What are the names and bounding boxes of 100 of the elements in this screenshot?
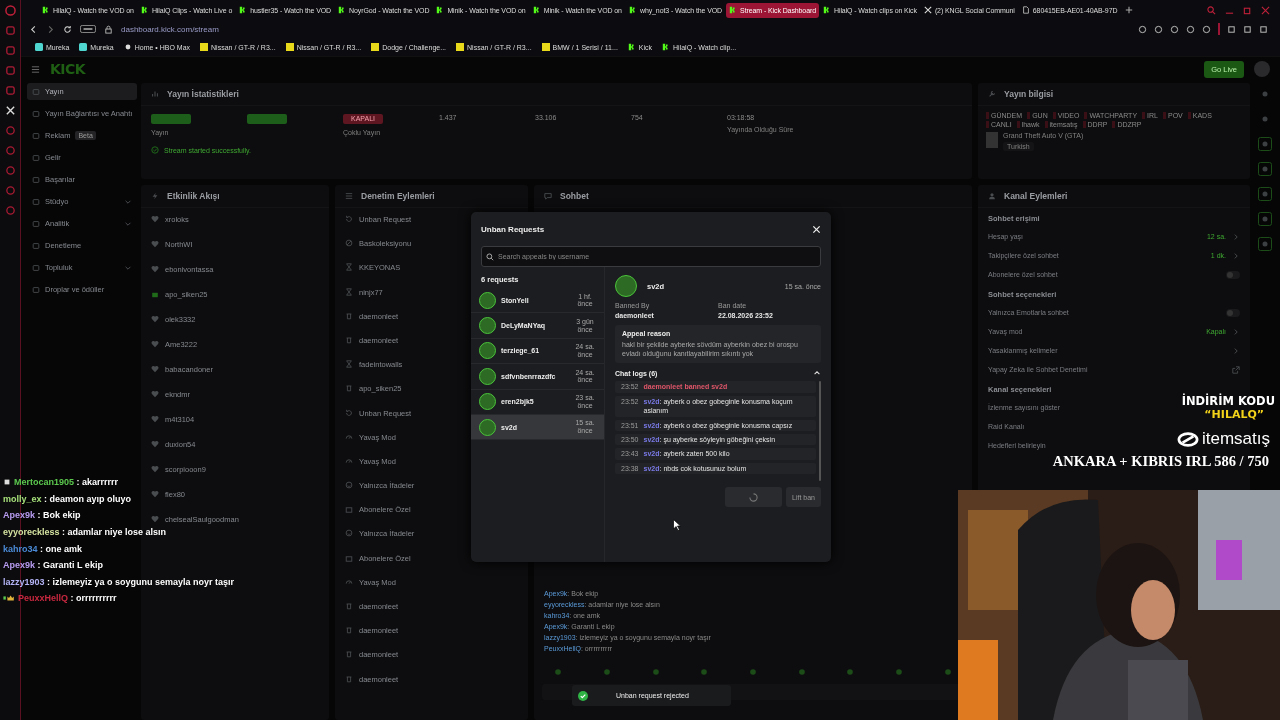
- tool-icon[interactable]: [1258, 187, 1272, 201]
- user-avatar: [479, 291, 496, 309]
- dialog-title: Unban Requests: [481, 224, 545, 234]
- vpn-icon[interactable]: [80, 25, 96, 33]
- kick-logo-icon: [662, 43, 671, 51]
- kick-logo-icon: [823, 6, 831, 14]
- sidebar-app-icon[interactable]: [4, 145, 16, 156]
- trash-icon: [345, 650, 353, 659]
- browser-logo-icon[interactable]: [4, 5, 16, 16]
- sidebar-app-icon[interactable]: [4, 205, 16, 216]
- nav-icon: [32, 131, 40, 140]
- heart-icon: [151, 240, 159, 248]
- check-icon: [151, 146, 159, 154]
- heart-icon: [151, 465, 159, 473]
- chevron-right-icon[interactable]: [1232, 251, 1240, 260]
- bookmark-favicon-icon: [371, 43, 380, 51]
- tool-icon[interactable]: [1258, 212, 1272, 226]
- bolt-icon: [151, 192, 159, 200]
- address-field[interactable]: dashboard.kick.com/stream: [121, 24, 219, 34]
- users-icon: [988, 192, 996, 200]
- heart-icon: [151, 365, 159, 373]
- chat-icon: [544, 192, 552, 200]
- stats-icon: [151, 90, 159, 98]
- emote-icon[interactable]: [846, 668, 855, 676]
- emote-icon[interactable]: [554, 668, 563, 676]
- panel-title: Yayın bilgisi: [1004, 89, 1054, 99]
- bookmark-favicon-icon: [79, 43, 88, 51]
- kick-logo-icon: [532, 6, 541, 14]
- sidebar-app-icon[interactable]: [4, 45, 16, 56]
- x-logo-icon[interactable]: [4, 105, 16, 116]
- chat-message: lazzy1903 : izlemeyiz ya o soygunu semayla noyr taşır: [3, 576, 235, 587]
- trash-icon: [345, 311, 353, 320]
- emote-icon[interactable]: [943, 668, 952, 676]
- emote-icon[interactable]: [894, 668, 903, 676]
- trash-icon: [345, 674, 353, 683]
- search-icon[interactable]: [1207, 5, 1216, 15]
- brand-logo-icon: [1176, 431, 1199, 447]
- emote-icon[interactable]: [651, 668, 660, 676]
- nav-icon: [32, 197, 40, 206]
- sidebar-app-icon[interactable]: [4, 165, 16, 176]
- emote-icon[interactable]: [603, 668, 611, 676]
- nav-icon: [32, 109, 40, 118]
- tool-icon[interactable]: [1258, 137, 1272, 151]
- sidebar-app-icon[interactable]: [4, 185, 16, 196]
- nav-icon: [32, 153, 40, 162]
- bookmark-favicon-icon: [456, 43, 465, 51]
- user-avatar: [479, 317, 496, 335]
- bookmark-favicon-icon: [123, 43, 132, 51]
- chat-message: Apex9k : Garanti L ekip: [3, 560, 103, 571]
- external-link-icon[interactable]: [1232, 365, 1240, 374]
- sidebar-app-icon[interactable]: [4, 25, 16, 36]
- sidebar-app-icon[interactable]: [4, 85, 16, 96]
- emote-icon[interactable]: [748, 668, 757, 676]
- kick-logo-icon: [627, 43, 636, 51]
- chevron-right-icon[interactable]: [1232, 346, 1240, 355]
- brand-name: itemsatış: [1201, 429, 1270, 449]
- toggle-switch[interactable]: [1226, 308, 1240, 317]
- chat-message: Apex9k : Bok ekip: [3, 510, 81, 521]
- forward-icon[interactable]: [46, 24, 55, 34]
- user-avatar[interactable]: [1254, 61, 1270, 77]
- gift-icon: [345, 553, 353, 562]
- maximize-icon[interactable]: [1243, 5, 1252, 15]
- gift-icon: [345, 505, 353, 514]
- panel-title: Etkinlik Akışı: [167, 191, 220, 201]
- reload-icon[interactable]: [63, 24, 72, 34]
- chevron-right-icon[interactable]: [1232, 327, 1240, 336]
- history-icon: [345, 408, 353, 417]
- emote-icon[interactable]: [797, 668, 806, 676]
- kick-logo-icon: [239, 6, 248, 14]
- kick-logo-icon: [436, 6, 445, 14]
- sidebar-app-icon[interactable]: [4, 125, 16, 136]
- chevron-right-icon[interactable]: [1232, 232, 1240, 241]
- heart-icon: [151, 215, 159, 223]
- tool-icon[interactable]: [1258, 237, 1272, 251]
- heart-icon: [151, 490, 159, 498]
- game-thumbnail: [986, 132, 998, 148]
- panel-title: Yayın İstatistikleri: [167, 89, 239, 99]
- chat-message: molly_ex : deamon ayıp oluyo: [3, 493, 132, 504]
- heart-icon: [151, 515, 159, 523]
- chat-message: eyyoreckless : adamlar niye lose alsın: [3, 527, 167, 538]
- user-avatar: [479, 367, 496, 385]
- sidebar-app-icon[interactable]: [4, 65, 16, 76]
- chat-message: Mertocan1905 : akarrrrrr: [14, 477, 119, 488]
- chat-message: PeuxxHellQ : orrrrrrrrrr: [18, 593, 117, 604]
- tool-icon[interactable]: [1258, 162, 1272, 176]
- nav-icon: [32, 285, 40, 294]
- kick-logo-icon: [628, 6, 637, 14]
- heart-icon: [151, 315, 159, 323]
- goal-text: ANKARA + KIBRIS IRL 586 / 750: [1052, 453, 1269, 470]
- toggle-switch[interactable]: [1226, 270, 1240, 279]
- menu-icon[interactable]: [31, 64, 40, 74]
- emote-icon[interactable]: [700, 668, 709, 676]
- gauge-icon: [345, 456, 353, 465]
- new-tab-icon[interactable]: [1125, 6, 1134, 14]
- heart-icon: [151, 390, 159, 398]
- gauge-icon: [345, 432, 353, 441]
- kick-logo-icon: [42, 6, 50, 14]
- back-icon[interactable]: [29, 24, 38, 34]
- promo-code: “HILALQ”: [1204, 408, 1264, 421]
- smile-icon: [345, 481, 353, 490]
